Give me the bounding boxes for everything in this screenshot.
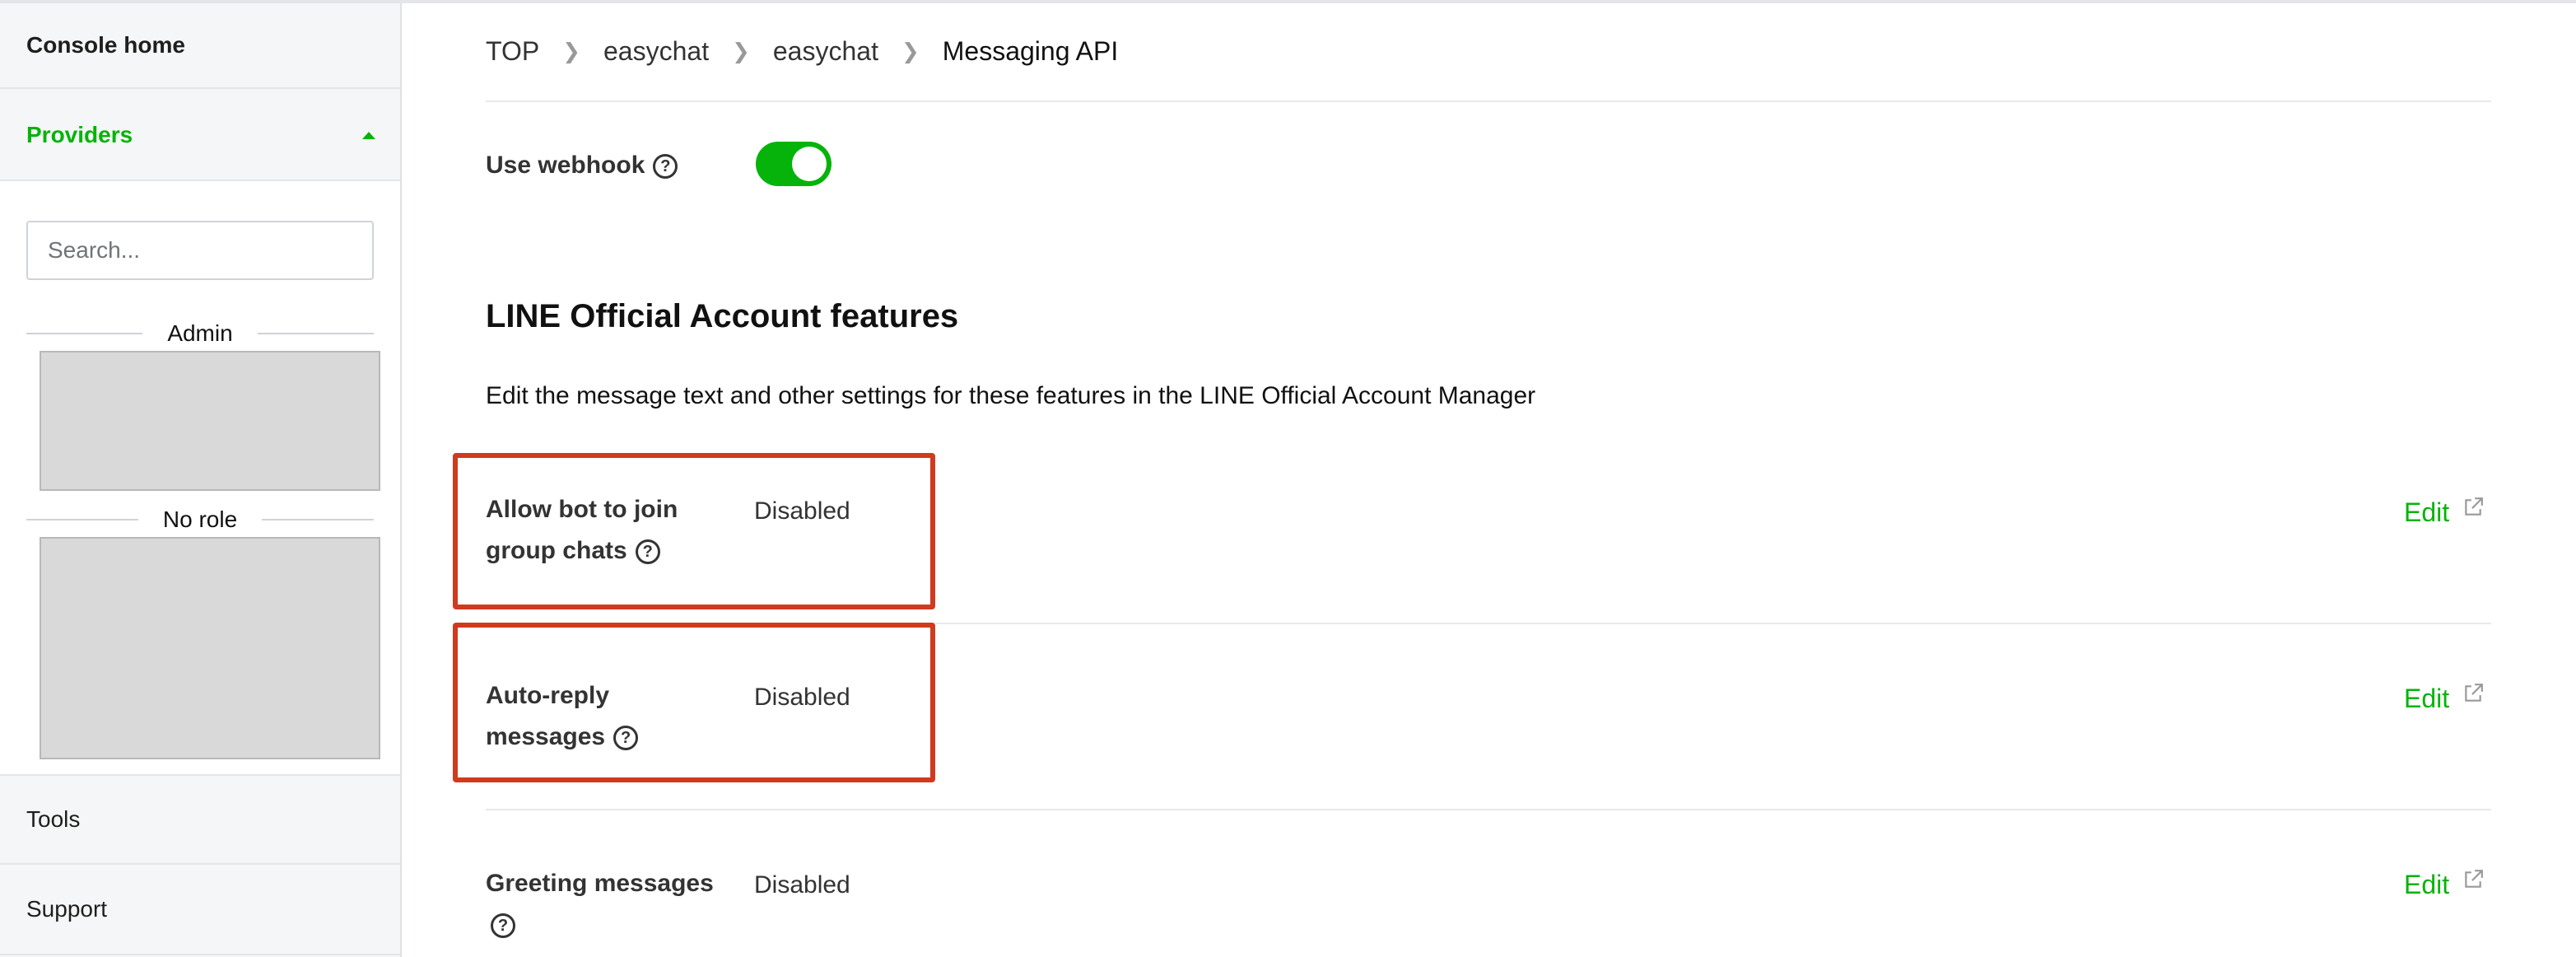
breadcrumb-provider[interactable]: easychat bbox=[603, 36, 709, 67]
sidebar: Console home Providers Admin No role Too… bbox=[0, 3, 402, 957]
support-label: Support bbox=[26, 896, 108, 922]
edit-label: Edit bbox=[2404, 870, 2450, 899]
caret-up-icon[interactable] bbox=[362, 131, 375, 139]
chevron-right-icon: ❯ bbox=[562, 39, 580, 63]
divider-line bbox=[262, 519, 375, 521]
divider-line bbox=[257, 333, 374, 334]
external-link-icon bbox=[2465, 683, 2484, 702]
divider-line bbox=[26, 333, 143, 334]
sidebar-item-tools[interactable]: Tools bbox=[0, 774, 400, 863]
edit-label: Edit bbox=[2404, 497, 2450, 527]
providers-label: Providers bbox=[26, 122, 133, 147]
divider-line bbox=[26, 519, 138, 521]
breadcrumb-top[interactable]: TOP bbox=[486, 36, 539, 67]
tools-label: Tools bbox=[26, 806, 81, 832]
group-label-admin: Admin bbox=[167, 320, 233, 346]
use-webhook-label: Use webhook? bbox=[486, 145, 678, 186]
group-divider-admin: Admin bbox=[26, 320, 374, 348]
providers-panel: Admin No role bbox=[0, 180, 400, 774]
feature-label-greeting: Greeting messages ? bbox=[486, 863, 724, 945]
section-title: LINE Official Account features bbox=[486, 298, 959, 334]
chevron-right-icon: ❯ bbox=[732, 39, 750, 63]
highlight-box-auto-reply bbox=[453, 623, 935, 782]
group-divider-no-role: No role bbox=[26, 506, 375, 534]
group-label-no-role: No role bbox=[162, 507, 238, 532]
use-webhook-toggle[interactable] bbox=[756, 142, 831, 186]
sidebar-item-providers[interactable]: Providers bbox=[0, 91, 400, 180]
edit-label: Edit bbox=[2404, 684, 2450, 713]
edit-link-auto-reply[interactable]: Edit bbox=[2404, 683, 2484, 714]
toggle-knob bbox=[792, 147, 827, 181]
main-content: TOP ❯ easychat ❯ easychat ❯ Messaging AP… bbox=[403, 3, 2576, 957]
redacted-provider-list-no-role[interactable] bbox=[40, 537, 380, 759]
external-link-icon bbox=[2465, 869, 2484, 888]
help-icon[interactable]: ? bbox=[653, 154, 678, 180]
feature-label-line1: Greeting messages bbox=[486, 870, 714, 897]
edit-link-group-chats[interactable]: Edit bbox=[2404, 497, 2484, 528]
breadcrumb-channel[interactable]: easychat bbox=[773, 36, 878, 67]
highlight-box-group-chats bbox=[453, 453, 935, 609]
breadcrumb-current: Messaging API bbox=[942, 36, 1119, 66]
help-icon[interactable]: ? bbox=[491, 913, 515, 939]
breadcrumb: TOP ❯ easychat ❯ easychat ❯ Messaging AP… bbox=[486, 36, 1118, 67]
sidebar-item-support[interactable]: Support bbox=[0, 863, 400, 955]
provider-search-input[interactable] bbox=[26, 221, 374, 280]
divider bbox=[486, 100, 2491, 102]
use-webhook-text: Use webhook bbox=[486, 152, 645, 179]
sidebar-item-console-home[interactable]: Console home bbox=[0, 3, 400, 89]
external-link-icon bbox=[2465, 497, 2484, 516]
redacted-provider-list-admin[interactable] bbox=[40, 351, 380, 491]
chevron-right-icon: ❯ bbox=[901, 39, 920, 63]
section-description: Edit the message text and other settings… bbox=[486, 382, 1536, 409]
feature-value-greeting: Disabled bbox=[754, 871, 850, 899]
console-home-label: Console home bbox=[26, 32, 185, 58]
edit-link-greeting[interactable]: Edit bbox=[2404, 869, 2484, 900]
divider bbox=[486, 809, 2491, 810]
